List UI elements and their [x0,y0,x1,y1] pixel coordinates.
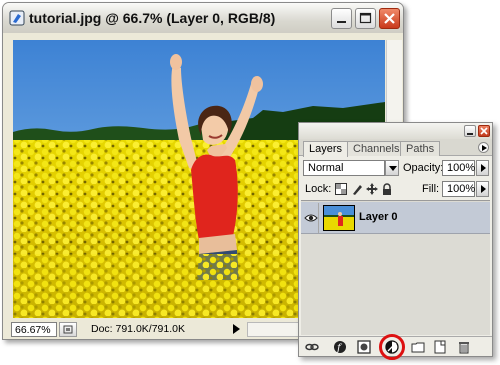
adjustment-layer-highlight-circle [379,334,405,360]
opacity-input[interactable]: 100% [442,160,475,176]
fill-label: Fill: [422,183,440,195]
maximize-icon [359,12,372,24]
panel-title-bar[interactable] [299,123,492,139]
layer-thumbnail-image [324,206,354,230]
lock-position-icon[interactable] [366,183,378,195]
panel-minimize-button[interactable] [464,125,476,137]
lock-image-pixels-icon[interactable] [351,183,363,195]
panel-menu-arrow-icon[interactable] [478,142,489,153]
document-size: Doc: 791.0K/791.0K [91,323,185,335]
photoshop-document-icon [9,10,25,26]
delete-layer-icon[interactable] [457,340,471,354]
lock-all-icon[interactable] [381,183,393,195]
blend-row: Normal Opacity: 100% [299,159,492,179]
blend-mode-select[interactable]: Normal [303,160,385,176]
fill-slider-arrow-icon[interactable] [476,181,489,197]
layer-name: Layer 0 [359,211,398,223]
document-title: tutorial.jpg @ 66.7% (Layer 0, RGB/8) [29,10,276,26]
panel-bottom-toolbar: f [299,334,492,360]
lock-transparent-pixels-icon[interactable] [335,183,347,195]
maximize-button[interactable] [355,8,376,29]
lock-row: Lock: Fill: 100% [299,180,492,200]
new-layer-icon[interactable] [433,340,447,354]
layer-list: Layer 0 [301,200,490,335]
tab-layers[interactable]: Layers [303,141,349,157]
panel-tabs: Layers Channels Paths [299,139,492,157]
layer-thumbnail [323,205,355,231]
zoom-field[interactable]: 66.67% [11,322,57,337]
layer-group-icon[interactable] [411,340,425,354]
status-info-button[interactable] [59,322,77,337]
fill-input[interactable]: 100% [442,181,475,197]
document-title-bar[interactable]: tutorial.jpg @ 66.7% (Layer 0, RGB/8) [3,3,403,33]
layer-style-icon[interactable]: f [333,340,347,354]
tab-paths[interactable]: Paths [400,141,441,156]
layer-row[interactable]: Layer 0 [301,202,490,234]
document-info-icon [63,325,73,334]
eye-icon [304,214,318,222]
opacity-label: Opacity: [403,162,444,174]
close-icon [480,127,488,135]
layer-mask-icon[interactable] [357,340,371,354]
status-menu-arrow-icon[interactable] [233,324,240,334]
minimize-icon [337,21,346,23]
panel-close-button[interactable] [478,125,490,137]
close-button[interactable] [379,8,400,29]
layer-visibility-toggle[interactable] [303,203,319,233]
lock-label: Lock: [305,183,332,195]
minimize-button[interactable] [331,8,352,29]
blend-mode-dropdown-icon[interactable] [385,160,399,176]
opacity-slider-arrow-icon[interactable] [476,160,489,176]
link-layers-icon[interactable] [305,340,319,354]
tab-channels[interactable]: Channels [347,141,406,156]
close-icon [384,13,395,24]
minimize-icon [467,133,473,135]
layers-panel: Layers Channels Paths Normal Opacity: 10… [298,122,493,360]
